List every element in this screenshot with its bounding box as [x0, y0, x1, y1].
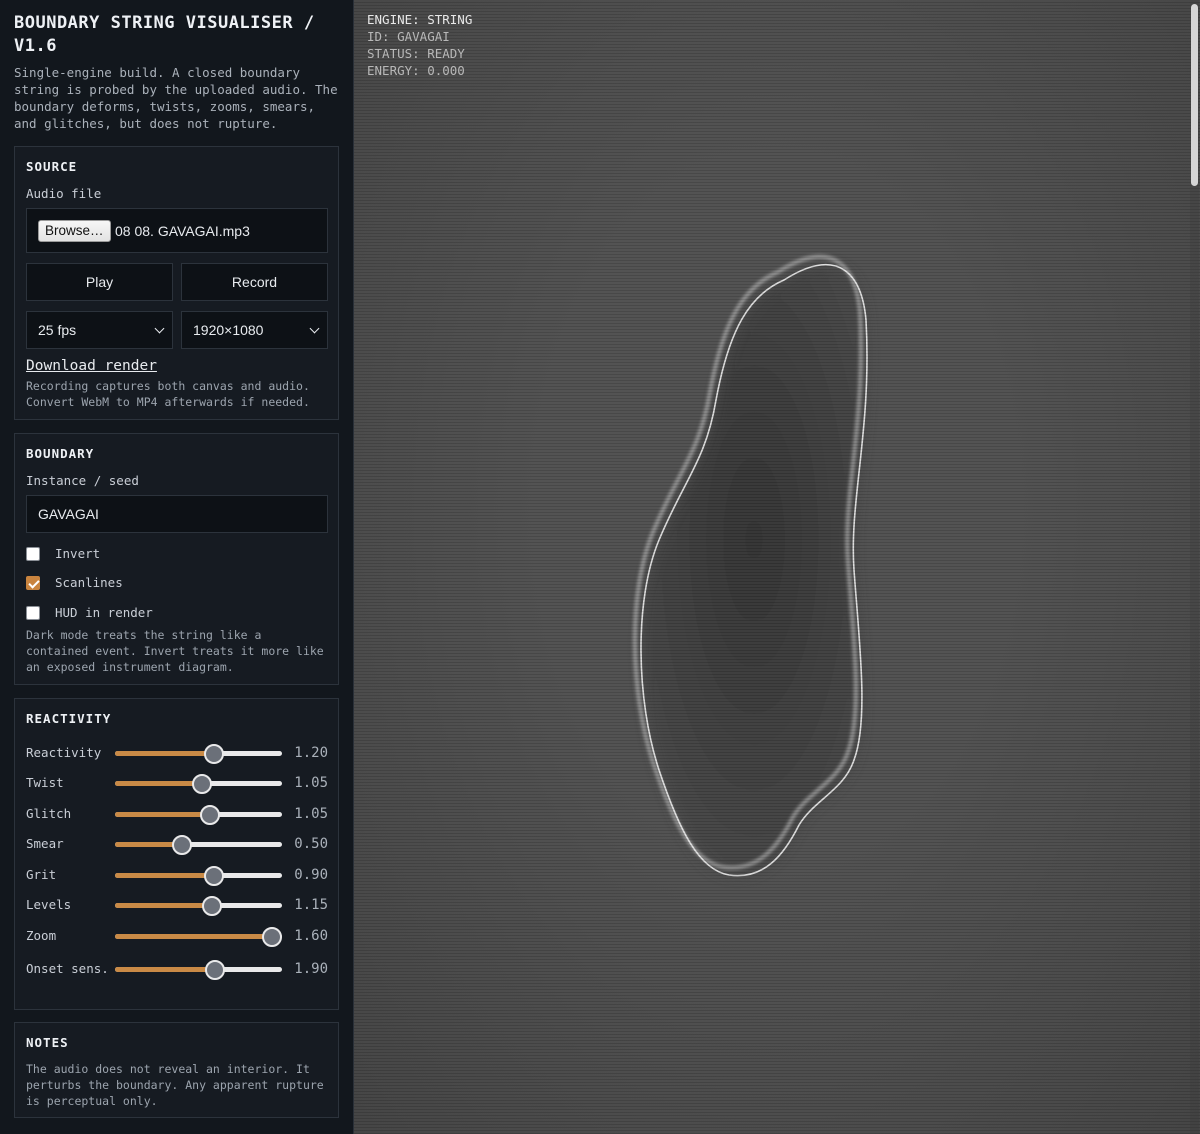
notes-text: The audio does not reveal an interior. I… — [26, 1062, 324, 1108]
slider-row: Smear 0.50 — [26, 829, 328, 859]
invert-checkbox-row[interactable]: Invert — [26, 546, 100, 561]
chevron-down-icon — [309, 323, 320, 334]
slider-fill — [115, 903, 212, 908]
scrollbar-thumb[interactable] — [1191, 4, 1198, 186]
boundary-panel-title: BOUNDARY — [26, 446, 95, 461]
slider-value: 1.60 — [294, 928, 328, 944]
slider-thumb[interactable] — [203, 743, 224, 764]
reactivity-panel-title: REACTIVITY — [26, 711, 112, 726]
app-subtitle: Single-engine build. A closed boundary s… — [14, 65, 338, 131]
slider-value: 0.90 — [294, 867, 328, 883]
slider-label: Grit — [26, 867, 57, 882]
resolution-select[interactable]: 1920×1080 — [181, 311, 328, 349]
slider-thumb[interactable] — [200, 804, 221, 825]
slider-label: Reactivity — [26, 745, 102, 760]
audio-file-name: 08 08. GAVAGAI.mp3 — [115, 223, 250, 239]
hud-engine: ENGINE: STRING — [367, 12, 473, 27]
seed-input[interactable]: GAVAGAI — [26, 495, 328, 533]
slider-value: 1.20 — [294, 745, 328, 761]
slider-track[interactable] — [115, 865, 282, 886]
sidebar: BOUNDARY STRING VISUALISER / V1.6 Single… — [0, 0, 354, 1134]
slider-fill — [115, 751, 214, 756]
slider-value: 1.05 — [294, 775, 328, 791]
slider-thumb[interactable] — [191, 773, 212, 794]
slider-track[interactable] — [115, 926, 282, 947]
recording-note: Recording captures both canvas and audio… — [26, 379, 310, 409]
slider-label: Glitch — [26, 806, 72, 821]
hud-status: STATUS: READY — [367, 46, 465, 61]
scrollbar[interactable] — [1190, 0, 1199, 1134]
slider-thumb[interactable] — [203, 865, 224, 886]
slider-track[interactable] — [115, 895, 282, 916]
hud-overlay: ENGINE: STRING ID: GAVAGAI STATUS: READY… — [367, 11, 472, 79]
reactivity-panel: REACTIVITY Reactivity 1.20 Twist 1.05 Glitch… — [14, 698, 339, 1010]
slider-row: Twist 1.05 — [26, 768, 328, 798]
slider-fill — [115, 812, 211, 817]
slider-track[interactable] — [115, 959, 282, 980]
seed-label: Instance / seed — [26, 473, 139, 488]
notes-panel-title: NOTES — [26, 1035, 69, 1050]
slider-label: Zoom — [26, 928, 57, 943]
slider-value: 1.90 — [294, 961, 328, 977]
invert-checkbox[interactable] — [26, 546, 40, 561]
boundary-note: Dark mode treats the string like a conta… — [26, 628, 324, 674]
scanlines-label: Scanlines — [55, 575, 123, 590]
hud-in-render-checkbox[interactable] — [26, 605, 40, 620]
slider-label: Onset sens. — [26, 961, 109, 976]
scanlines-checkbox-row[interactable]: Scanlines — [26, 575, 123, 590]
hud-energy: ENERGY: 0.000 — [367, 63, 465, 78]
hud-in-render-label: HUD in render — [55, 605, 153, 620]
slider-track[interactable] — [115, 834, 282, 855]
slider-row: Onset sens. 1.90 — [26, 951, 328, 987]
slider-label: Twist — [26, 775, 64, 790]
slider-thumb[interactable] — [201, 895, 222, 916]
record-button[interactable]: Record — [181, 263, 328, 301]
chevron-down-icon — [154, 323, 165, 334]
slider-value: 1.05 — [294, 806, 328, 822]
slider-label: Smear — [26, 836, 64, 851]
slider-track[interactable] — [115, 743, 282, 764]
source-panel: SOURCE Audio file Browse… 08 08. GAVAGAI… — [14, 146, 339, 420]
slider-value: 1.15 — [294, 897, 328, 913]
audio-file-label: Audio file — [26, 186, 102, 201]
boundary-panel: BOUNDARY Instance / seed GAVAGAI Invert … — [14, 433, 339, 685]
slider-thumb[interactable] — [205, 959, 226, 980]
notes-panel: NOTES The audio does not reveal an inter… — [14, 1022, 339, 1118]
scanlines-checkbox[interactable] — [26, 575, 40, 590]
slider-track[interactable] — [115, 804, 282, 825]
browse-button[interactable]: Browse… — [38, 220, 111, 242]
source-panel-title: SOURCE — [26, 159, 78, 174]
play-button[interactable]: Play — [26, 263, 173, 301]
fps-select[interactable]: 25 fps — [26, 311, 173, 349]
slider-row: Levels 1.15 — [26, 890, 328, 920]
audio-file-input[interactable]: Browse… 08 08. GAVAGAI.mp3 — [26, 208, 328, 253]
hud-id: ID: GAVAGAI — [367, 29, 450, 44]
app-root: BOUNDARY STRING VISUALISER / V1.6 Single… — [0, 0, 1200, 1134]
fps-select-value: 25 fps — [38, 322, 77, 338]
slider-row: Glitch 1.05 — [26, 799, 328, 829]
slider-fill — [115, 934, 272, 939]
invert-label: Invert — [55, 546, 101, 561]
slider-track[interactable] — [115, 773, 282, 794]
slider-row: Reactivity 1.20 — [26, 738, 328, 768]
slider-row: Grit 0.90 — [26, 860, 328, 890]
render-canvas[interactable]: ENGINE: STRING ID: GAVAGAI STATUS: READY… — [354, 0, 1200, 1134]
slider-row: Zoom 1.60 — [26, 921, 328, 951]
slider-fill — [115, 781, 202, 786]
slider-fill — [115, 873, 214, 878]
slider-value: 0.50 — [294, 836, 328, 852]
scanlines-overlay — [354, 0, 1200, 1134]
app-title: BOUNDARY STRING VISUALISER / V1.6 — [14, 13, 315, 56]
slider-fill — [115, 967, 216, 972]
slider-thumb[interactable] — [171, 834, 192, 855]
hud-checkbox-row[interactable]: HUD in render — [26, 605, 153, 620]
download-render-link[interactable]: Download render — [26, 358, 157, 374]
slider-thumb[interactable] — [261, 926, 282, 947]
resolution-select-value: 1920×1080 — [193, 322, 264, 338]
slider-label: Levels — [26, 897, 72, 912]
